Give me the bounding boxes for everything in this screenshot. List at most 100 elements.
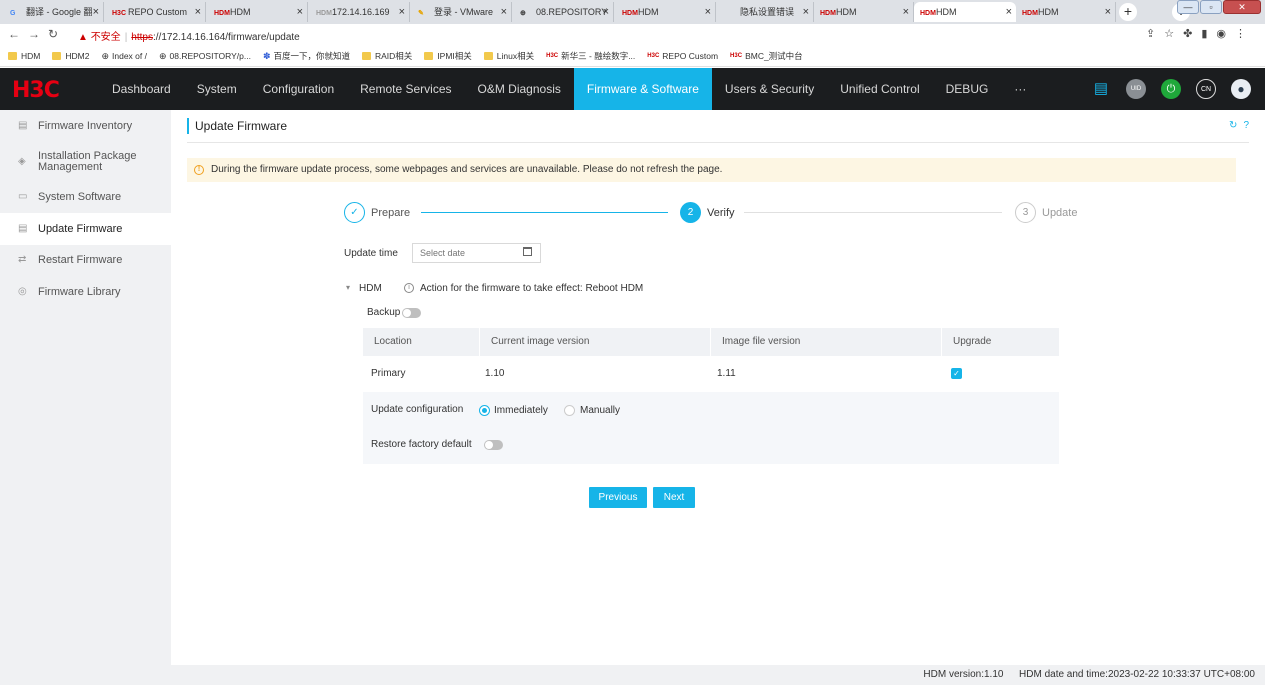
hdm-version: HDM version:1.10 bbox=[923, 669, 1004, 680]
minimize-icon[interactable]: — bbox=[1177, 0, 1199, 14]
bookmark-item[interactable]: IPMI相关 bbox=[424, 50, 472, 62]
sidebar-item-installation-package[interactable]: ◈ Installation Package Management bbox=[0, 142, 171, 182]
power-icon[interactable]: ⏻ bbox=[1161, 79, 1181, 99]
nav-firmware-software[interactable]: Firmware & Software bbox=[573, 68, 712, 110]
sidebar-item-update-firmware[interactable]: ▤ Update Firmware bbox=[0, 213, 171, 245]
bookmark-item[interactable]: HDM2 bbox=[52, 51, 89, 61]
radio-manually-label[interactable]: Manually bbox=[580, 405, 620, 416]
sidebar-item-system-software[interactable]: ▭ System Software bbox=[0, 182, 171, 214]
bookmark-item[interactable]: H3C REPO Custom bbox=[647, 51, 718, 61]
close-icon[interactable]: × bbox=[1006, 2, 1012, 22]
close-icon[interactable]: × bbox=[903, 2, 909, 22]
nav-debug[interactable]: DEBUG bbox=[933, 68, 1002, 110]
nav-dashboard[interactable]: Dashboard bbox=[99, 68, 184, 110]
refresh-icon[interactable]: ↻ bbox=[1229, 120, 1243, 131]
sidepanel-icon[interactable]: ▮ bbox=[1201, 28, 1216, 40]
close-icon[interactable]: × bbox=[603, 2, 609, 22]
calendar-icon[interactable] bbox=[523, 247, 532, 256]
bookmark-item[interactable]: H3C 新华三 - 融绘数字... bbox=[546, 50, 635, 62]
browser-tab-active[interactable]: HDMHDM × bbox=[914, 2, 1016, 22]
nav-unified-control[interactable]: Unified Control bbox=[827, 68, 932, 110]
previous-button[interactable]: Previous bbox=[589, 487, 647, 508]
navigation-buttons: ←→↻ bbox=[8, 27, 66, 41]
bookmark-item[interactable]: Linux相关 bbox=[483, 50, 534, 62]
nav-more[interactable]: ··· bbox=[1001, 68, 1039, 110]
browser-tab[interactable]: ⊕ 08.REPOSITORY × bbox=[514, 2, 614, 22]
bookmark-item[interactable]: HDM bbox=[8, 51, 40, 61]
close-icon[interactable]: × bbox=[297, 2, 303, 22]
forward-icon[interactable]: → bbox=[28, 27, 48, 41]
window-controls: — ▫ ✕ bbox=[1176, 0, 1261, 18]
info-icon: i bbox=[404, 283, 414, 293]
collapse-icon[interactable]: ▾ bbox=[346, 283, 350, 292]
browser-tab[interactable]: HDMHDM × bbox=[208, 2, 308, 22]
divider bbox=[187, 142, 1249, 143]
new-tab-button[interactable]: + bbox=[1119, 3, 1137, 21]
browser-tab[interactable]: G 翻译 - Google 翻 × bbox=[4, 2, 104, 22]
share-icon[interactable]: ⇪ bbox=[1146, 28, 1164, 40]
close-icon[interactable]: × bbox=[399, 2, 405, 22]
language-icon[interactable]: CN bbox=[1196, 79, 1216, 99]
update-time-date-input[interactable] bbox=[412, 243, 541, 263]
browser-tab[interactable]: HDMHDM × bbox=[814, 2, 914, 22]
cell-location: Primary bbox=[371, 368, 406, 379]
close-icon[interactable]: × bbox=[93, 2, 99, 22]
upgrade-checkbox[interactable]: ✓ bbox=[951, 367, 962, 379]
radio-immediately[interactable] bbox=[479, 405, 490, 416]
radio-manually[interactable] bbox=[564, 405, 575, 416]
bookmark-item[interactable]: ⊕ 08.REPOSITORY/p... bbox=[159, 51, 251, 62]
warning-notice: ! During the firmware update process, so… bbox=[187, 158, 1236, 182]
sidebar: ▤ Firmware Inventory ◈ Installation Packag… bbox=[0, 110, 171, 665]
nav-configuration[interactable]: Configuration bbox=[250, 68, 347, 110]
user-icon[interactable]: ● bbox=[1231, 79, 1251, 99]
address-bar: ←→↻ ▲ 不安全 | https://172.14.16.164/firmware… bbox=[0, 24, 1265, 46]
header-icons: ▤ UID ⏻ CN ● bbox=[1076, 79, 1251, 99]
url-field[interactable]: ▲ 不安全 | https://172.14.16.164/firmware/upd… bbox=[78, 28, 300, 43]
browser-tab[interactable]: HDMHDM × bbox=[616, 2, 716, 22]
sidebar-item-firmware-inventory[interactable]: ▤ Firmware Inventory bbox=[0, 110, 171, 142]
help-icon[interactable]: ? bbox=[1243, 120, 1255, 131]
reload-icon[interactable]: ↻ bbox=[48, 27, 66, 41]
uid-icon[interactable]: UID bbox=[1126, 79, 1146, 99]
sidebar-item-restart-firmware[interactable]: ⇄ Restart Firmware bbox=[0, 245, 171, 277]
profile-icon[interactable]: ◉ bbox=[1216, 28, 1235, 40]
globe-icon: ⊕ bbox=[101, 50, 109, 61]
sidebar-item-firmware-library[interactable]: ◎ Firmware Library bbox=[0, 276, 171, 308]
star-icon[interactable]: ☆ bbox=[1164, 28, 1183, 40]
close-icon[interactable]: × bbox=[705, 2, 711, 22]
next-button[interactable]: Next bbox=[653, 487, 695, 508]
back-icon[interactable]: ← bbox=[8, 27, 28, 41]
bookmark-item[interactable]: ✽ 百度一下，你就知道 bbox=[263, 50, 350, 62]
browser-tab[interactable]: HDM172.14.16.169 × bbox=[310, 2, 410, 22]
maximize-icon[interactable]: ▫ bbox=[1200, 0, 1222, 14]
bookmark-item[interactable]: RAID相关 bbox=[362, 50, 412, 62]
clipboard-icon[interactable]: ▤ bbox=[1091, 79, 1111, 99]
close-window-icon[interactable]: ✕ bbox=[1223, 0, 1261, 14]
folder-icon bbox=[8, 52, 17, 60]
restore-factory-toggle[interactable] bbox=[484, 440, 503, 450]
backup-toggle[interactable] bbox=[402, 308, 421, 318]
status-footer: HDM version:1.10 HDM date and time:2023-… bbox=[0, 665, 1265, 685]
close-icon[interactable]: × bbox=[501, 2, 507, 22]
close-icon[interactable]: × bbox=[195, 2, 201, 22]
cell-image-version: 1.11 bbox=[717, 368, 736, 379]
browser-tab[interactable]: H3C REPO Custom × bbox=[106, 2, 206, 22]
browser-tab[interactable]: 隐私设置错误 × bbox=[718, 2, 814, 22]
globe-icon: ⊕ bbox=[520, 10, 526, 17]
close-icon[interactable]: × bbox=[803, 2, 809, 22]
bookmark-item[interactable]: H3C BMC_测试中台 bbox=[730, 50, 803, 62]
nav-om-diagnosis[interactable]: O&M Diagnosis bbox=[465, 68, 574, 110]
nav-system[interactable]: System bbox=[184, 68, 250, 110]
browser-tab[interactable]: HDMHDM × bbox=[1016, 2, 1116, 22]
nav-remote-services[interactable]: Remote Services bbox=[347, 68, 464, 110]
browser-tab[interactable]: ✎ 登录 - VMware × bbox=[412, 2, 512, 22]
nav-users-security[interactable]: Users & Security bbox=[712, 68, 827, 110]
close-icon[interactable]: × bbox=[1105, 2, 1111, 22]
menu-icon[interactable]: ⋮ bbox=[1235, 28, 1255, 40]
extensions-icon[interactable]: ✤ bbox=[1183, 28, 1201, 40]
folder-icon bbox=[483, 52, 493, 60]
radio-immediately-label[interactable]: Immediately bbox=[494, 405, 548, 416]
bookmark-item[interactable]: ⊕ Index of / bbox=[101, 51, 147, 62]
cell-current-version: 1.10 bbox=[485, 368, 505, 379]
inventory-icon: ▤ bbox=[18, 119, 28, 131]
